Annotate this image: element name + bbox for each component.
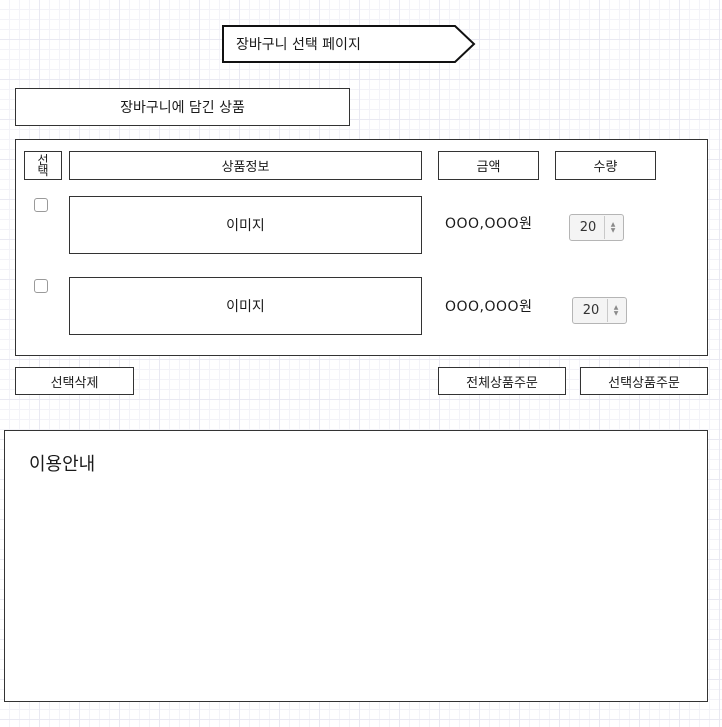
column-header-select-line2: 택 [37, 163, 49, 178]
spinner-arrows-icon[interactable]: ▲ ▼ [604, 216, 621, 239]
order-all-button[interactable]: 전체상품주문 [438, 367, 566, 395]
arrow-down-icon[interactable]: ▼ [614, 310, 619, 317]
row-2-quantity-stepper[interactable]: 20 ▲ ▼ [572, 297, 627, 324]
column-header-price: 금액 [438, 151, 539, 180]
column-header-quantity: 수량 [555, 151, 656, 180]
row-2-price: OOO,OOO원 [445, 299, 533, 315]
page-title-shape: 장바구니 선택 페이지 [222, 25, 476, 63]
usage-guide-title: 이용안내 [29, 454, 96, 475]
row-2-product-image: 이미지 [69, 277, 422, 335]
column-header-select: 선 택 [24, 151, 62, 180]
row-2-checkbox[interactable] [34, 279, 48, 293]
row-1-checkbox[interactable] [34, 198, 48, 212]
column-header-product-info: 상품정보 [69, 151, 422, 180]
cart-header-label: 장바구니에 담긴 상품 [15, 88, 350, 126]
row-1-quantity-value: 20 [579, 220, 597, 235]
arrow-down-icon[interactable]: ▼ [611, 227, 616, 234]
order-selected-button[interactable]: 선택상품주문 [580, 367, 708, 395]
row-1-product-image: 이미지 [69, 196, 422, 254]
row-2-quantity-value: 20 [582, 303, 600, 318]
usage-guide-panel: 이용안내 [4, 430, 708, 702]
delete-selected-button[interactable]: 선택삭제 [15, 367, 134, 395]
spinner-arrows-icon[interactable]: ▲ ▼ [607, 299, 624, 322]
page-title: 장바구니 선택 페이지 [236, 37, 361, 53]
row-1-price: OOO,OOO원 [445, 216, 533, 232]
row-1-quantity-stepper[interactable]: 20 ▲ ▼ [569, 214, 624, 241]
